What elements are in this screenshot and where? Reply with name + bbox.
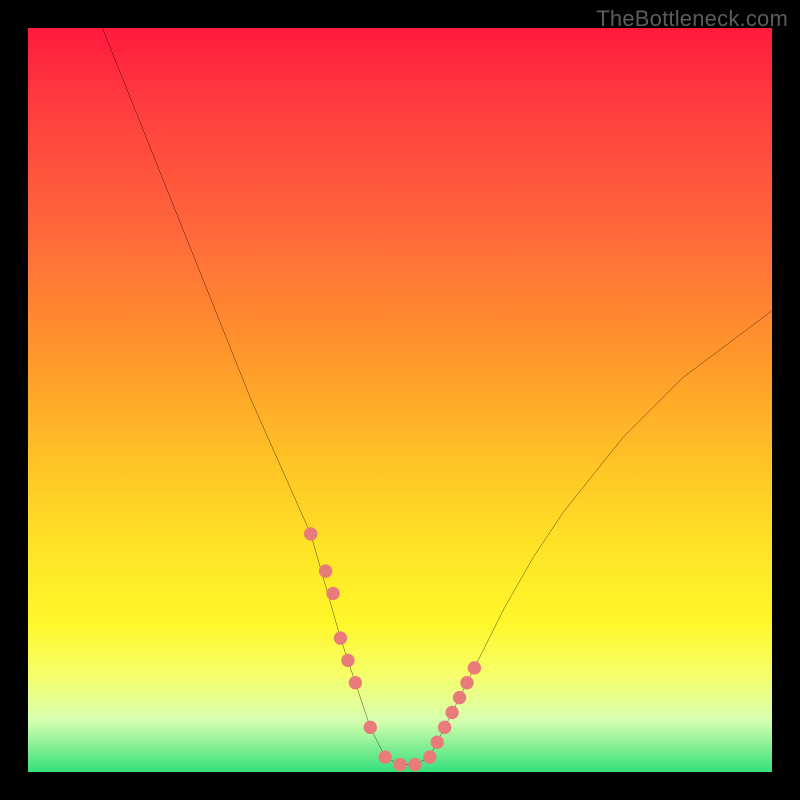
highlight-dot [364, 721, 377, 734]
highlight-dot [349, 676, 362, 689]
highlight-dot [408, 758, 421, 771]
bottleneck-curve-svg [28, 28, 772, 772]
highlight-dot [431, 736, 444, 749]
plot-area [28, 28, 772, 772]
highlight-dot [453, 691, 466, 704]
highlight-dot [423, 750, 436, 763]
chart-frame: TheBottleneck.com [0, 0, 800, 800]
highlight-dot [378, 750, 391, 763]
highlight-dot [468, 661, 481, 674]
highlight-dot [334, 631, 347, 644]
highlight-dot [304, 527, 317, 540]
highlight-dot [319, 564, 332, 577]
highlight-dot [445, 706, 458, 719]
highlight-dot [393, 758, 406, 771]
highlight-dot [326, 587, 339, 600]
bottleneck-curve-path [102, 28, 772, 765]
highlight-dot [460, 676, 473, 689]
highlight-dot [438, 721, 451, 734]
highlight-dot [341, 654, 354, 667]
highlight-markers [304, 527, 481, 771]
